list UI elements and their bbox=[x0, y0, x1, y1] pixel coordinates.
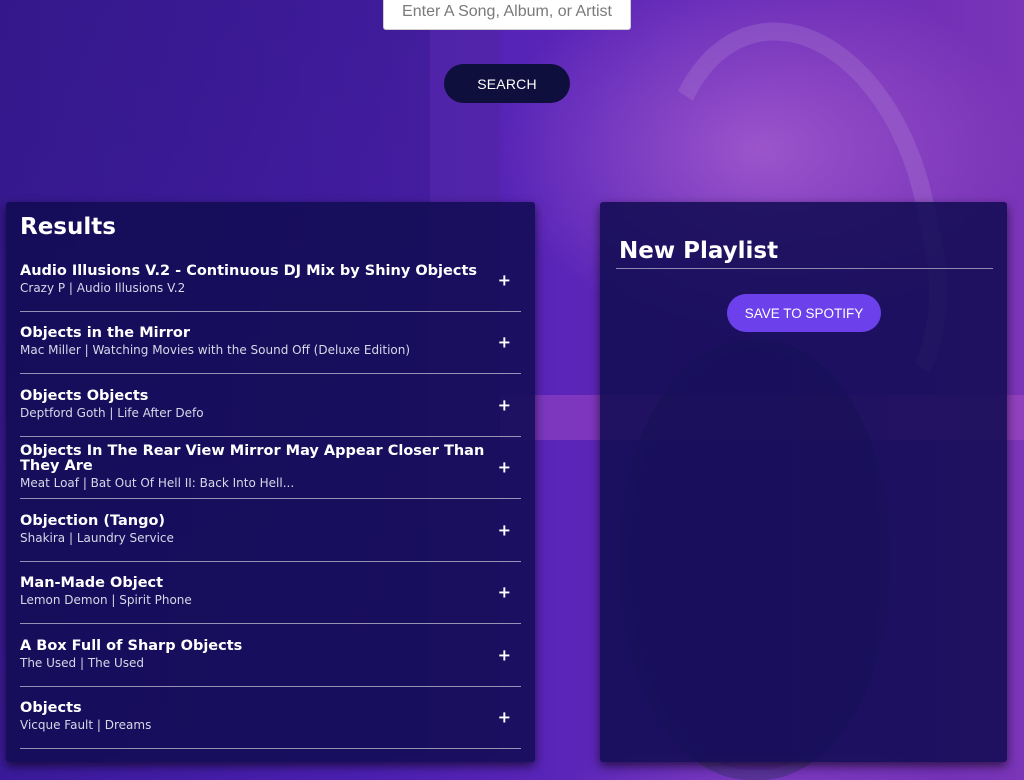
track-name: Objects Objects bbox=[20, 387, 149, 404]
track-row: Objection (Tango) Shakira | Laundry Serv… bbox=[20, 499, 521, 562]
add-track-button[interactable]: + bbox=[494, 270, 515, 289]
track-info: Man-Made Object Lemon Demon | Spirit Pho… bbox=[20, 576, 521, 608]
playlist-panel: SAVE TO SPOTIFY bbox=[600, 202, 1007, 762]
add-track-button[interactable]: + bbox=[494, 333, 515, 352]
track-name: A Box Full of Sharp Objects bbox=[20, 637, 243, 654]
add-track-button[interactable]: + bbox=[494, 708, 515, 727]
track-row: Man-Made Object Lemon Demon | Spirit Pho… bbox=[20, 562, 521, 624]
track-info: A Box Full of Sharp Objects The Used | T… bbox=[20, 637, 521, 671]
track-name: Objects In The Rear View Mirror May Appe… bbox=[20, 442, 485, 474]
save-to-spotify-button[interactable]: SAVE TO SPOTIFY bbox=[727, 294, 881, 332]
track-name: Objects bbox=[20, 700, 82, 717]
track-name: Audio Illusions V.2 - Continuous DJ Mix … bbox=[20, 262, 478, 279]
track-artist-album: The Used | The Used bbox=[20, 655, 145, 670]
playlist-name-input[interactable] bbox=[616, 238, 993, 269]
track-row: Objects Vicque Fault | Dreams + bbox=[20, 687, 521, 749]
add-track-button[interactable]: + bbox=[494, 458, 515, 477]
track-info: Objects in the Mirror Mac Miller | Watch… bbox=[20, 326, 521, 358]
track-name: Objects in the Mirror bbox=[20, 325, 191, 342]
search-input[interactable] bbox=[383, 0, 631, 30]
track-list: Audio Illusions V.2 - Continuous DJ Mix … bbox=[20, 249, 521, 749]
track-row: A Box Full of Sharp Objects The Used | T… bbox=[20, 624, 521, 687]
track-artist-album: Meat Loaf | Bat Out Of Hell II: Back Int… bbox=[20, 475, 295, 490]
track-artist-album: Crazy P | Audio Illusions V.2 bbox=[20, 280, 186, 295]
track-info: Objects Objects Deptford Goth | Life Aft… bbox=[20, 387, 521, 421]
add-track-button[interactable]: + bbox=[494, 520, 515, 539]
track-name: Objection (Tango) bbox=[20, 512, 166, 529]
track-row: Audio Illusions V.2 - Continuous DJ Mix … bbox=[20, 249, 521, 312]
track-artist-album: Mac Miller | Watching Movies with the So… bbox=[20, 343, 411, 358]
track-info: Objection (Tango) Shakira | Laundry Serv… bbox=[20, 512, 521, 546]
track-row: Objects Objects Deptford Goth | Life Aft… bbox=[20, 374, 521, 437]
track-artist-album: Deptford Goth | Life After Defo bbox=[20, 405, 204, 420]
results-panel: Results Audio Illusions V.2 - Continuous… bbox=[6, 202, 535, 762]
track-artist-album: Vicque Fault | Dreams bbox=[20, 718, 152, 733]
track-info: Audio Illusions V.2 - Continuous DJ Mix … bbox=[20, 262, 521, 296]
add-track-button[interactable]: + bbox=[494, 645, 515, 664]
track-artist-album: Shakira | Laundry Service bbox=[20, 530, 174, 545]
track-row: Objects in the Mirror Mac Miller | Watch… bbox=[20, 312, 521, 374]
track-artist-album: Lemon Demon | Spirit Phone bbox=[20, 593, 192, 608]
track-info: Objects Vicque Fault | Dreams bbox=[20, 701, 521, 733]
results-title: Results bbox=[20, 214, 116, 240]
track-name: Man-Made Object bbox=[20, 575, 164, 592]
add-track-button[interactable]: + bbox=[494, 395, 515, 414]
track-row: Objects In The Rear View Mirror May Appe… bbox=[20, 437, 521, 499]
search-button[interactable]: SEARCH bbox=[444, 64, 570, 103]
add-track-button[interactable]: + bbox=[494, 583, 515, 602]
track-info: Objects In The Rear View Mirror May Appe… bbox=[20, 442, 521, 491]
